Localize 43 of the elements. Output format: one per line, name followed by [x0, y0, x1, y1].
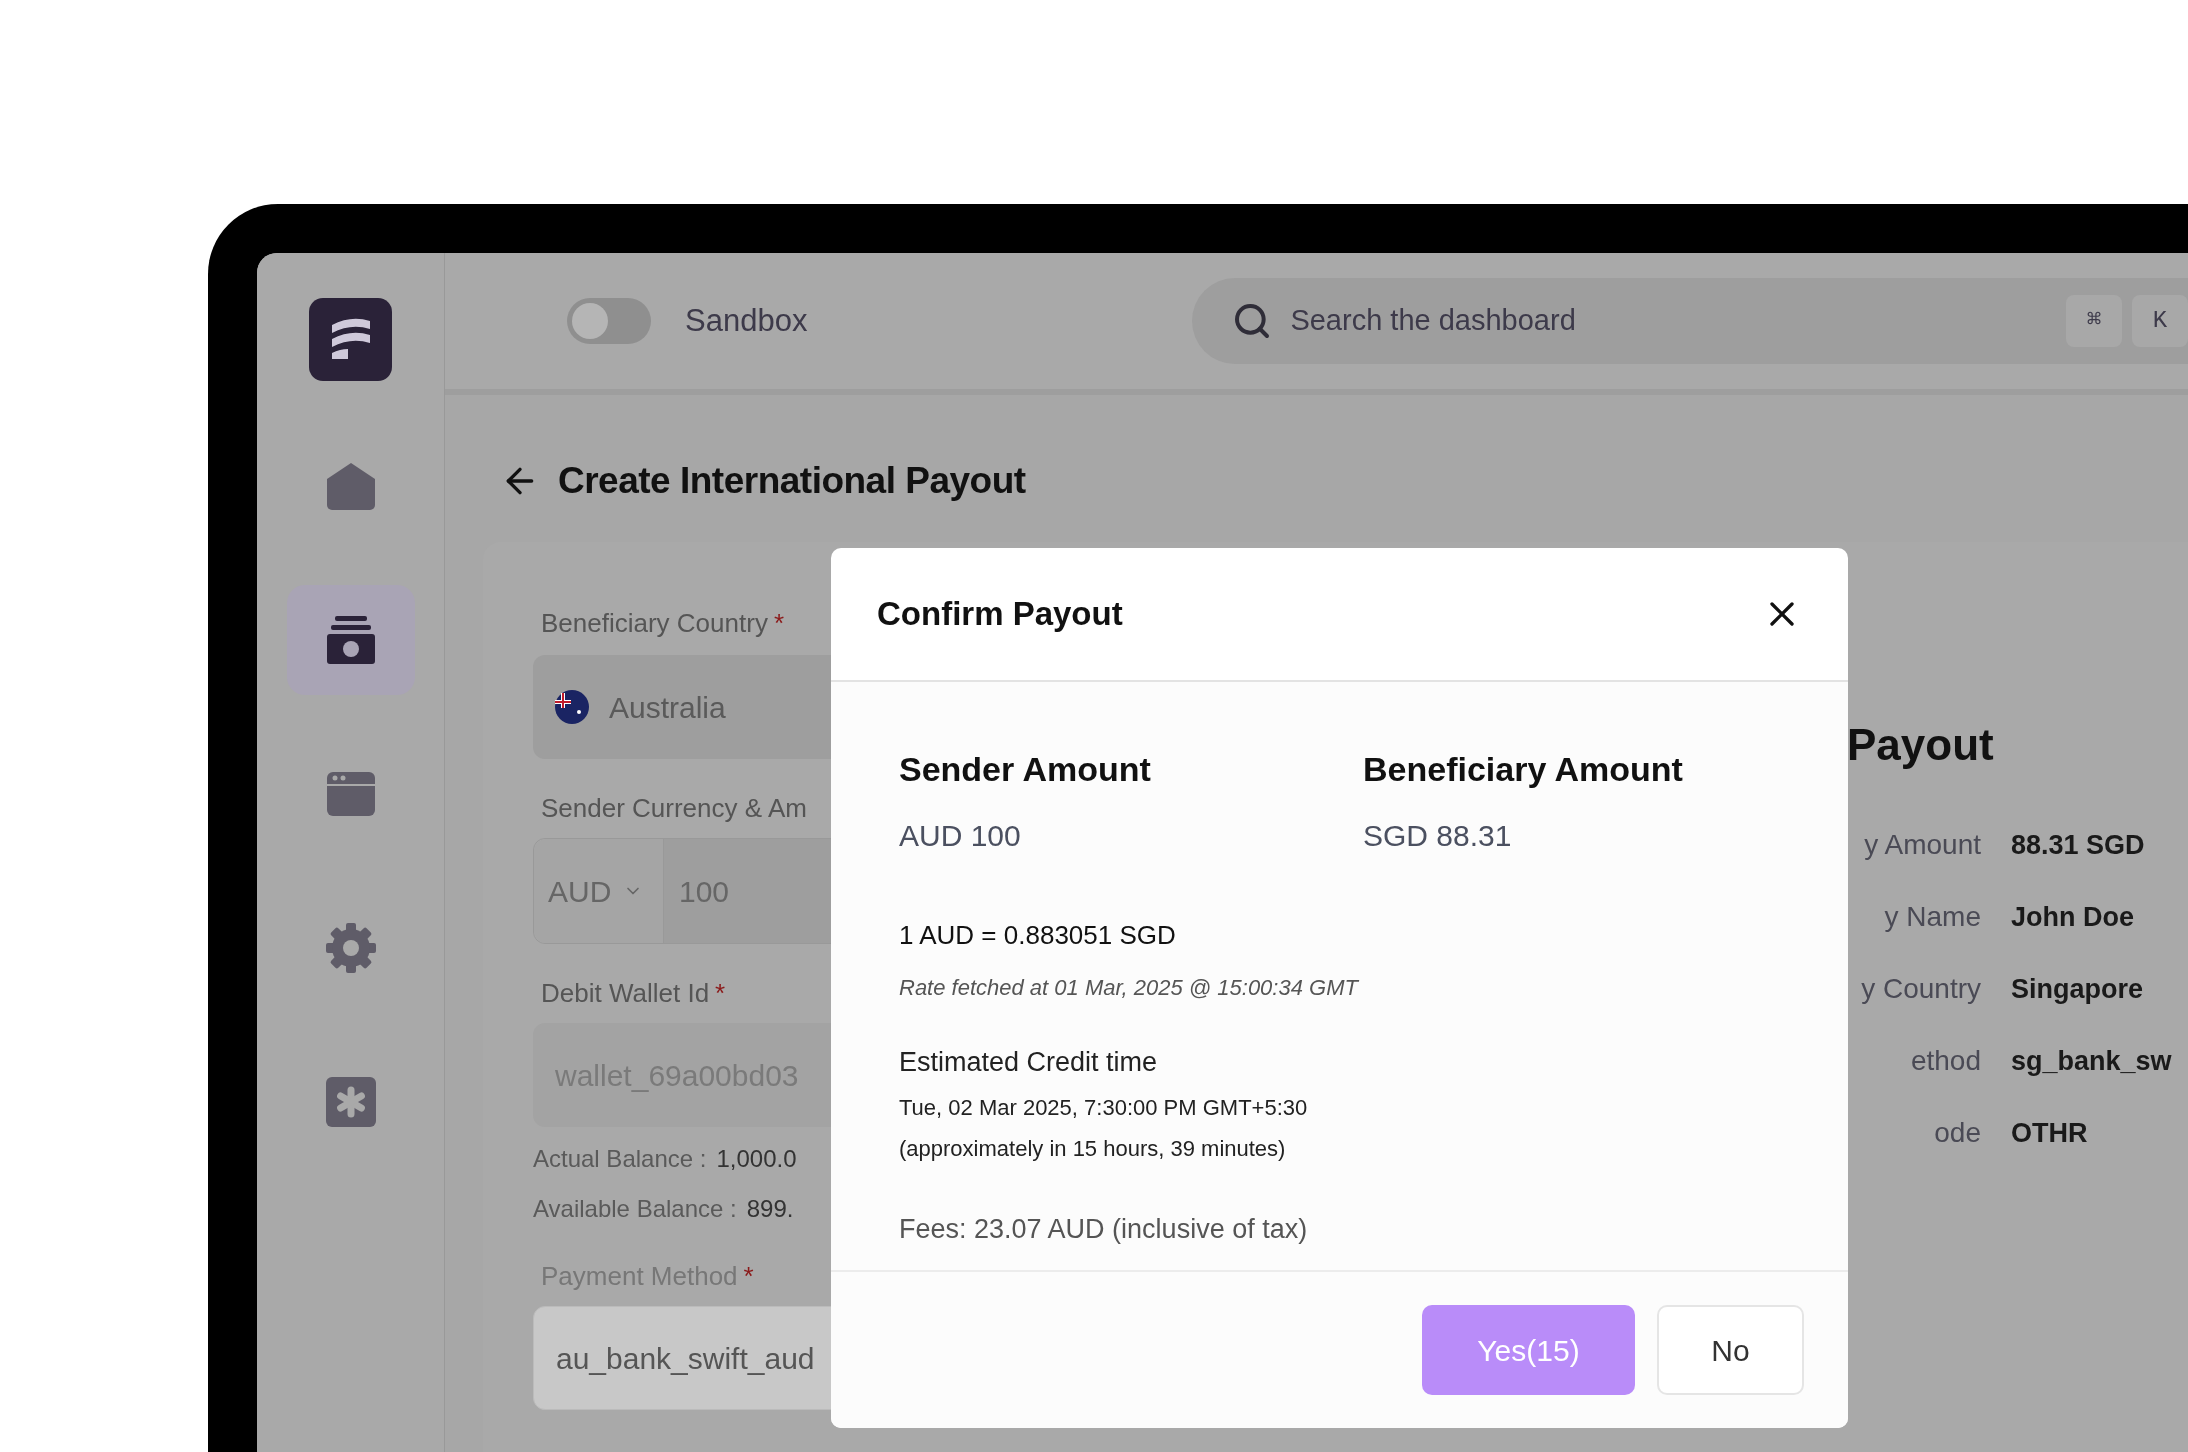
home-icon — [324, 461, 377, 511]
page-title: Create International Payout — [558, 459, 1026, 504]
summary-value: Singapore — [2011, 972, 2144, 1006]
browser-window-icon — [324, 770, 377, 818]
summary-label: ode — [1933, 1116, 1982, 1150]
field-label: Sender Currency & Am — [541, 792, 808, 825]
summary-title: Payout — [1847, 719, 1995, 771]
sandbox-label: Sandbox — [685, 301, 808, 340]
fees-text: Fees: 23.07 AUD (inclusive of tax) — [899, 1212, 1309, 1246]
settings-icon — [324, 922, 377, 974]
sidebar-item[interactable] — [286, 585, 415, 695]
amount-label: Beneficiary Amount — [1363, 749, 1684, 790]
confirm-button[interactable]: Yes(15) — [1422, 1305, 1635, 1395]
balance-label: Actual Balance : — [533, 1144, 707, 1174]
rate-note: Rate fetched at 01 Mar, 2025 @ 15:00:34 GMT — [899, 974, 1360, 1002]
shortcut-key: ⌘ — [2066, 295, 2122, 347]
dialog-title: Confirm Payout — [877, 594, 1123, 635]
app-logo[interactable] — [309, 298, 392, 381]
balance-label: Available Balance : — [533, 1194, 737, 1224]
shortcut-key: K — [2132, 295, 2188, 347]
credit-eta: (approximately in 15 hours, 39 minutes) — [899, 1134, 1287, 1163]
required-mark: * — [743, 1260, 754, 1293]
field-label: Beneficiary Country — [541, 607, 768, 640]
summary-value: 88.31 SGD — [2011, 828, 2145, 862]
field-label: Debit Wallet Id — [541, 977, 710, 1010]
summary-value: OTHR — [2011, 1116, 2088, 1150]
amount-value: SGD 88.31 — [1363, 818, 1513, 854]
flag-icon — [555, 690, 589, 724]
sandbox-toggle[interactable] — [567, 298, 651, 344]
summary-label: y Name — [1883, 900, 1982, 934]
required-mark: * — [773, 607, 784, 640]
required-mark: * — [715, 977, 726, 1010]
summary-label: y Amount — [1863, 828, 1982, 862]
search-field[interactable]: Search the dashboard ⌘ K — [1192, 278, 2188, 364]
summary-label: y Country — [1860, 972, 1982, 1006]
balance-value: 899. — [746, 1194, 794, 1224]
cancel-button[interactable]: No — [1657, 1305, 1804, 1395]
summary-value: sg_bank_sw — [2011, 1044, 2172, 1078]
asterisk-icon — [324, 1076, 377, 1128]
wallet-icon — [324, 614, 377, 666]
summary-label: ethod — [1909, 1044, 1982, 1078]
summary-value: John Doe — [2011, 900, 2134, 934]
balance-value: 1,000.0 — [716, 1144, 797, 1174]
